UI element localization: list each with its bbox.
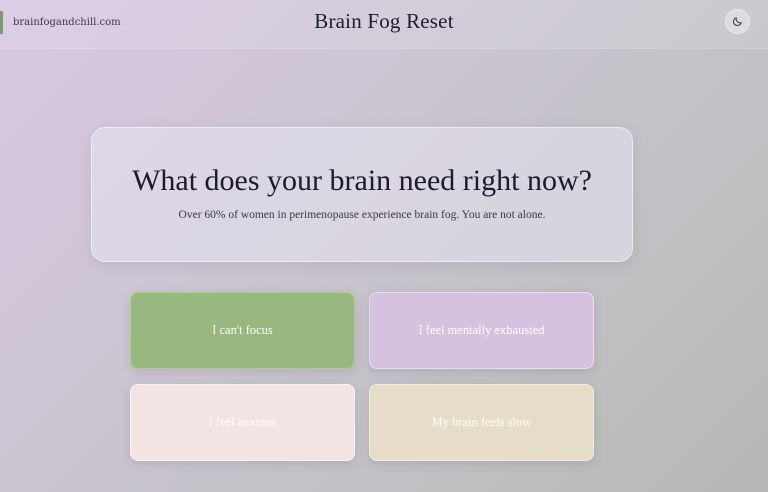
- hero-card: What does your brain need right now? Ove…: [91, 127, 633, 262]
- site-title: Brain Fog Reset: [314, 9, 454, 33]
- option-anxious-button[interactable]: I feel anxious: [130, 384, 355, 461]
- option-mentally-exhausted-button[interactable]: I feel mentally exhausted: [369, 292, 594, 369]
- top-header: brainfogandchill.com Brain Fog Reset: [0, 0, 768, 49]
- option-brain-slow-button[interactable]: My brain feels slow: [369, 384, 594, 461]
- theme-toggle-button[interactable]: [725, 9, 750, 34]
- option-cant-focus-button[interactable]: I can't focus: [130, 292, 355, 369]
- hero-subtitle: Over 60% of women in perimenopause exper…: [178, 209, 546, 221]
- hero-title: What does your brain need right now?: [132, 164, 592, 197]
- moon-icon: [732, 16, 743, 27]
